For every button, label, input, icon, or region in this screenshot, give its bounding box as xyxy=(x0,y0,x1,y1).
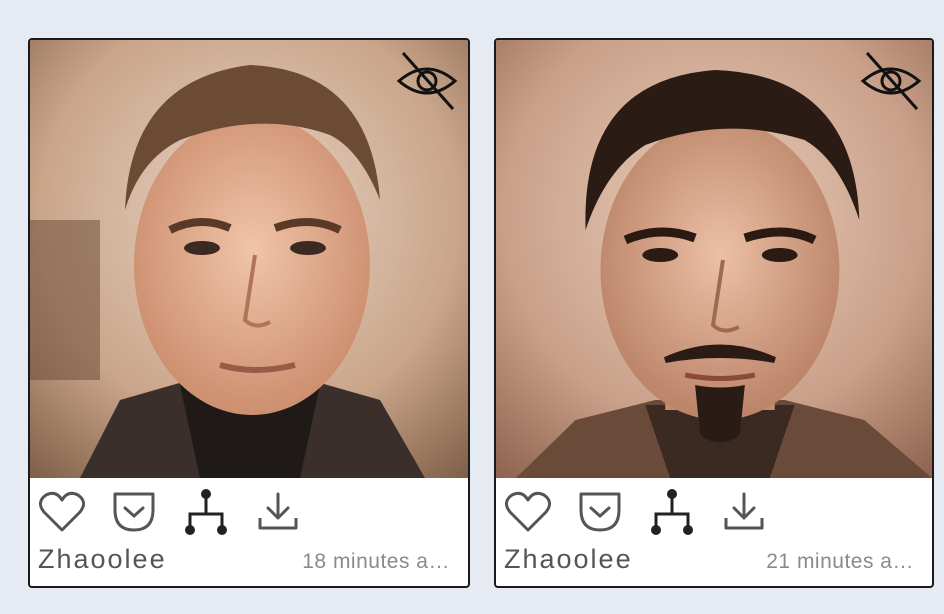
card-actions xyxy=(38,488,326,536)
card-meta: Zhaoolee 18 minutes a… xyxy=(38,544,450,575)
author-link[interactable]: Zhaoolee xyxy=(38,544,167,575)
download-button[interactable] xyxy=(720,488,768,536)
heart-icon xyxy=(505,491,551,532)
eye-slash-icon xyxy=(396,52,458,110)
eye-slash-icon xyxy=(860,52,922,110)
save-to-pocket-button[interactable] xyxy=(576,488,624,536)
like-button[interactable] xyxy=(504,488,552,536)
image-card: Zhaoolee 18 minutes a… xyxy=(28,38,470,588)
hide-button[interactable] xyxy=(394,48,460,114)
portrait-image[interactable] xyxy=(496,40,932,478)
heart-icon xyxy=(39,491,85,532)
timestamp: 18 minutes a… xyxy=(302,550,450,573)
like-button[interactable] xyxy=(38,488,86,536)
author-link[interactable]: Zhaoolee xyxy=(504,544,633,575)
image-grid: Zhaoolee 18 minutes a… Zhaoolee 21 minut… xyxy=(0,0,944,614)
image-card: Zhaoolee 21 minutes a… xyxy=(494,38,934,588)
card-actions xyxy=(504,488,792,536)
fork-icon xyxy=(651,489,693,535)
fork-button[interactable] xyxy=(182,488,230,536)
pocket-icon xyxy=(113,492,155,532)
timestamp: 21 minutes a… xyxy=(766,550,914,573)
portrait-image[interactable] xyxy=(30,40,468,478)
download-icon xyxy=(724,492,764,530)
download-button[interactable] xyxy=(254,488,302,536)
fork-icon xyxy=(185,489,227,535)
fork-button[interactable] xyxy=(648,488,696,536)
card-meta: Zhaoolee 21 minutes a… xyxy=(504,544,914,575)
save-to-pocket-button[interactable] xyxy=(110,488,158,536)
hide-button[interactable] xyxy=(858,48,924,114)
pocket-icon xyxy=(579,492,621,532)
download-icon xyxy=(258,492,298,530)
